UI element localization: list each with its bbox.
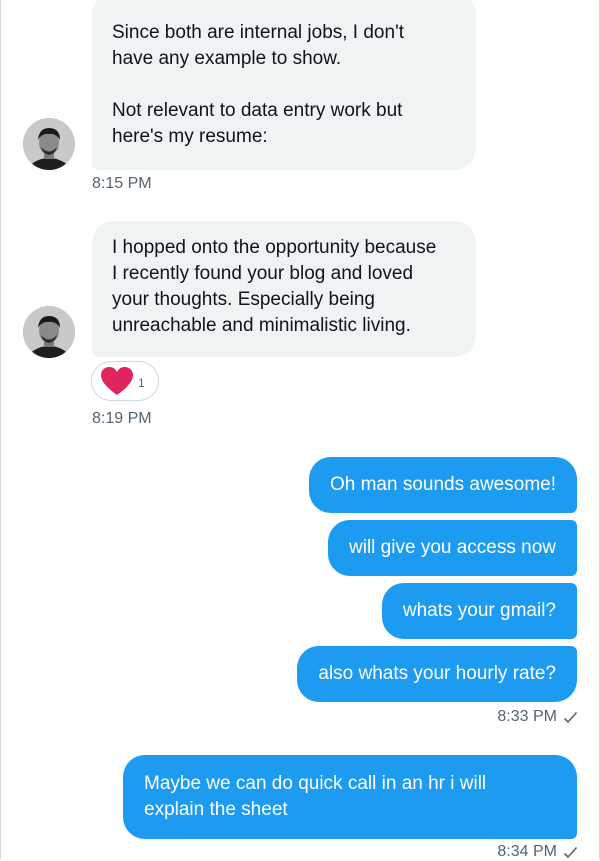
heart-icon [101, 367, 133, 395]
message-line: your thoughts. Especially being [112, 289, 375, 310]
outgoing-message-bubble[interactable]: also whats your hourly rate? [297, 646, 577, 702]
timestamp-text: 8:34 PM [497, 843, 557, 860]
check-icon [563, 711, 578, 723]
message-text: also whats your hourly rate? [318, 663, 556, 684]
timestamp-text: 8:33 PM [497, 708, 557, 725]
message-line: Maybe we can do quick call in an hr i wi… [144, 773, 487, 794]
message-line: I hopped onto the opportunity because [112, 237, 437, 258]
message-line: unreachable and minimalistic living. [112, 315, 411, 336]
sender-avatar[interactable] [23, 306, 75, 358]
reaction-badge[interactable]: 1 [91, 361, 159, 401]
outgoing-message-bubble[interactable]: Maybe we can do quick call in an hr i wi… [123, 755, 577, 839]
message-text: will give you access now [349, 537, 556, 558]
message-timestamp: 8:33 PM [497, 708, 578, 726]
avatar-portrait-icon [23, 306, 75, 358]
sender-avatar[interactable] [23, 118, 75, 170]
incoming-message-bubble[interactable]: I hopped onto the opportunity because I … [92, 221, 476, 357]
message-text: whats your gmail? [402, 600, 556, 621]
message-line: Since both are internal jobs, I don't [112, 22, 404, 43]
message-text: Oh man sounds awesome! [329, 474, 556, 495]
incoming-message-bubble[interactable]: Since both are internal jobs, I don't ha… [92, 0, 476, 170]
message-line: explain the sheet [144, 799, 288, 820]
avatar-portrait-icon [23, 118, 75, 170]
outgoing-message-bubble[interactable]: Oh man sounds awesome! [308, 457, 577, 513]
message-line: here's my resume: [112, 126, 268, 147]
message-timestamp: 8:19 PM [92, 410, 152, 427]
message-line: Not relevant to data entry work but [112, 100, 403, 121]
message-line: I recently found your blog and loved [112, 263, 414, 284]
outgoing-message-bubble[interactable]: whats your gmail? [381, 583, 577, 639]
reaction-count: 1 [138, 376, 145, 390]
left-border [0, 0, 1, 859]
message-line: have any example to show. [112, 48, 342, 69]
outgoing-message-bubble[interactable]: will give you access now [328, 520, 577, 576]
message-timestamp: 8:34 PM [497, 843, 578, 861]
check-icon [563, 846, 578, 858]
message-timestamp: 8:15 PM [92, 175, 152, 192]
